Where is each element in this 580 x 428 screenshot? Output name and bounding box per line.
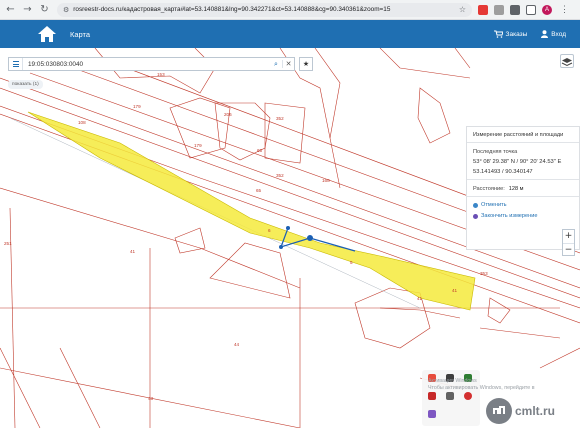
parcel-number: 43	[148, 396, 154, 401]
cancel-label: Отменить	[481, 202, 507, 208]
distance-value: 128 м	[508, 186, 524, 192]
layers-icon[interactable]	[560, 54, 574, 68]
app-icon[interactable]	[428, 392, 436, 400]
parcel-number: 41	[130, 249, 136, 254]
user-icon	[541, 30, 549, 38]
distance-row: Расстояние: 128 м	[473, 186, 573, 192]
search-icon[interactable]: ⌕	[270, 60, 282, 69]
login-button[interactable]: Вход	[541, 30, 566, 38]
parcel-number: 168	[322, 178, 330, 183]
profile-avatar[interactable]: A	[542, 4, 552, 15]
tab-map[interactable]: Карта	[64, 20, 96, 48]
windows-activation-notice: Активация Windows Чтобы активировать Win…	[428, 378, 535, 392]
parcel-number: 251	[4, 241, 12, 246]
show-results-toggle[interactable]: показать (1)	[8, 80, 43, 89]
watermark-logo-icon	[486, 398, 512, 424]
home-icon[interactable]	[36, 24, 58, 44]
parcel-number: 352	[276, 116, 284, 121]
login-label: Вход	[551, 30, 566, 38]
parcel-number: 41	[417, 296, 423, 301]
cancel-measure-button[interactable]: Отменить	[473, 202, 573, 208]
browser-toolbar: ← → ↻ ⚙ rosreestr-docs.ru/кадастровая_ка…	[0, 0, 580, 20]
cancel-dot-icon	[473, 202, 478, 208]
address-bar[interactable]: ⚙ rosreestr-docs.ru/кадастровая_карта#la…	[57, 2, 472, 17]
parcel-number: 65	[256, 188, 262, 193]
coord-dms: 53° 08' 29.38" N / 90° 20' 24.53" E	[473, 159, 562, 165]
extension-gray-icon[interactable]	[494, 4, 504, 15]
coord-decimal: 53.141493 / 90.340147	[473, 169, 533, 175]
last-point-label: Последняя точка	[473, 149, 518, 155]
volume-icon[interactable]	[446, 392, 454, 400]
forward-icon[interactable]: →	[21, 3, 34, 16]
menu-icon[interactable]	[9, 58, 23, 70]
cart-icon	[493, 30, 503, 38]
parcel-number: 108	[78, 120, 86, 125]
parcel-number: 353	[480, 271, 488, 276]
extension-red-icon[interactable]	[478, 4, 488, 15]
sidepanel-icon[interactable]	[526, 4, 536, 15]
orders-label: Заказы	[505, 30, 528, 38]
zoom-control: + −	[562, 229, 575, 256]
back-icon[interactable]: ←	[4, 3, 17, 16]
parcel-number: 352	[276, 173, 284, 178]
app-icon[interactable]	[464, 392, 472, 400]
parcel-number: 6	[268, 228, 271, 233]
parcel-number: 5	[350, 260, 353, 265]
measure-title: Измерение расстояний и площади	[473, 132, 564, 138]
activation-line-2: Чтобы активировать Windows, перейдите в	[428, 385, 535, 391]
site-info-icon[interactable]: ⚙	[63, 6, 69, 14]
parcel-number: 41	[452, 288, 458, 293]
parcel-number: 179	[194, 143, 202, 148]
parcel-number: 44	[234, 342, 240, 347]
app-header: Карта Заказы Вход	[0, 20, 580, 48]
parcel-number: 65	[257, 148, 263, 153]
finish-label: Закончить измерение	[481, 213, 538, 219]
site-watermark: cmlt.ru	[486, 394, 580, 428]
favorite-star-icon[interactable]: ★	[299, 57, 313, 71]
activation-line-1: Активация Windows	[428, 378, 477, 384]
pen-icon[interactable]	[428, 410, 436, 418]
browser-menu-icon[interactable]: ⋮	[560, 4, 569, 15]
zoom-in-button[interactable]: +	[563, 230, 574, 243]
cadastral-map[interactable]: 153 179 206 352 179 65 352 168 65 168 25…	[0, 48, 580, 428]
watermark-text: cmlt.ru	[515, 404, 556, 418]
close-icon[interactable]: ✕	[282, 60, 294, 68]
parcel-number: 153	[157, 72, 165, 77]
search-input[interactable]: 19:05:030803:0040	[23, 61, 270, 68]
orders-button[interactable]: Заказы	[493, 30, 528, 38]
address-url: rosreestr-docs.ru/кадастровая_карта#lat=…	[73, 6, 391, 13]
extensions-icon[interactable]	[510, 4, 520, 15]
zoom-out-button[interactable]: −	[563, 243, 574, 256]
parcel-number: 179	[133, 104, 141, 109]
finish-dot-icon	[473, 213, 478, 219]
parcel-number: 206	[224, 112, 232, 117]
bookmark-star-icon[interactable]: ☆	[459, 5, 466, 14]
distance-label: Расстояние:	[473, 186, 505, 192]
finish-measure-button[interactable]: Закончить измерение	[473, 213, 573, 219]
cadastral-search: 19:05:030803:0040 ⌕ ✕	[8, 57, 295, 71]
reload-icon[interactable]: ↻	[38, 3, 51, 16]
